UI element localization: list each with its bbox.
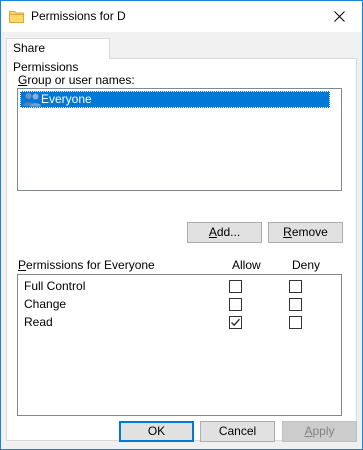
checkmark-icon [230, 317, 241, 328]
permissions-for-label: Permissions for Everyone [18, 258, 155, 272]
apply-button[interactable]: Apply [282, 421, 357, 442]
tab-share-permissions[interactable]: Share Permissions [6, 38, 110, 59]
read-allow-checkbox[interactable] [229, 316, 242, 329]
permissions-list: Full Control Change Read [17, 274, 342, 416]
permission-name: Change [24, 297, 66, 311]
remove-button[interactable]: Remove [268, 222, 343, 243]
remove-button-accel: R [283, 225, 292, 239]
dialog-client-area: Share Permissions Group or user names: [1, 32, 362, 449]
full-control-deny-checkbox[interactable] [289, 280, 302, 293]
add-button-rest: dd... [217, 225, 240, 239]
list-item-everyone[interactable]: Everyone [20, 91, 330, 108]
permission-row-change: Change [18, 296, 341, 314]
list-item-label: Everyone [41, 92, 92, 106]
change-allow-checkbox[interactable] [229, 298, 242, 311]
users-icon [22, 91, 42, 108]
permissions-dialog: Permissions for D Share Permissions Grou… [0, 0, 363, 450]
add-button-accel: A [209, 225, 217, 239]
deny-column-header: Deny [292, 258, 320, 272]
close-button[interactable] [317, 1, 362, 31]
add-button[interactable]: Add... [187, 222, 262, 243]
title-bar[interactable]: Permissions for D [1, 1, 362, 32]
permission-row-full-control: Full Control [18, 278, 341, 296]
change-deny-checkbox[interactable] [289, 298, 302, 311]
ok-button[interactable]: OK [119, 421, 194, 442]
window-title: Permissions for D [31, 9, 126, 23]
allow-column-header: Allow [232, 258, 261, 272]
apply-button-accel: A [304, 424, 312, 438]
users-listbox[interactable]: Everyone [17, 88, 342, 191]
apply-button-rest: pply [313, 424, 335, 438]
folder-icon [9, 10, 24, 23]
permissions-for-label-rest: ermissions for Everyone [26, 258, 155, 272]
permission-name: Read [24, 315, 53, 329]
read-deny-checkbox[interactable] [289, 316, 302, 329]
permission-name: Full Control [24, 279, 85, 293]
share-permissions-panel: Group or user names: Everyone [6, 58, 357, 441]
permissions-for-label-accel: P [18, 258, 26, 272]
close-icon [334, 11, 345, 22]
remove-button-rest: emove [292, 225, 328, 239]
permission-row-read: Read [18, 314, 341, 332]
tab-label: Share Permissions [13, 41, 78, 74]
cancel-button[interactable]: Cancel [200, 421, 275, 442]
full-control-allow-checkbox[interactable] [229, 280, 242, 293]
